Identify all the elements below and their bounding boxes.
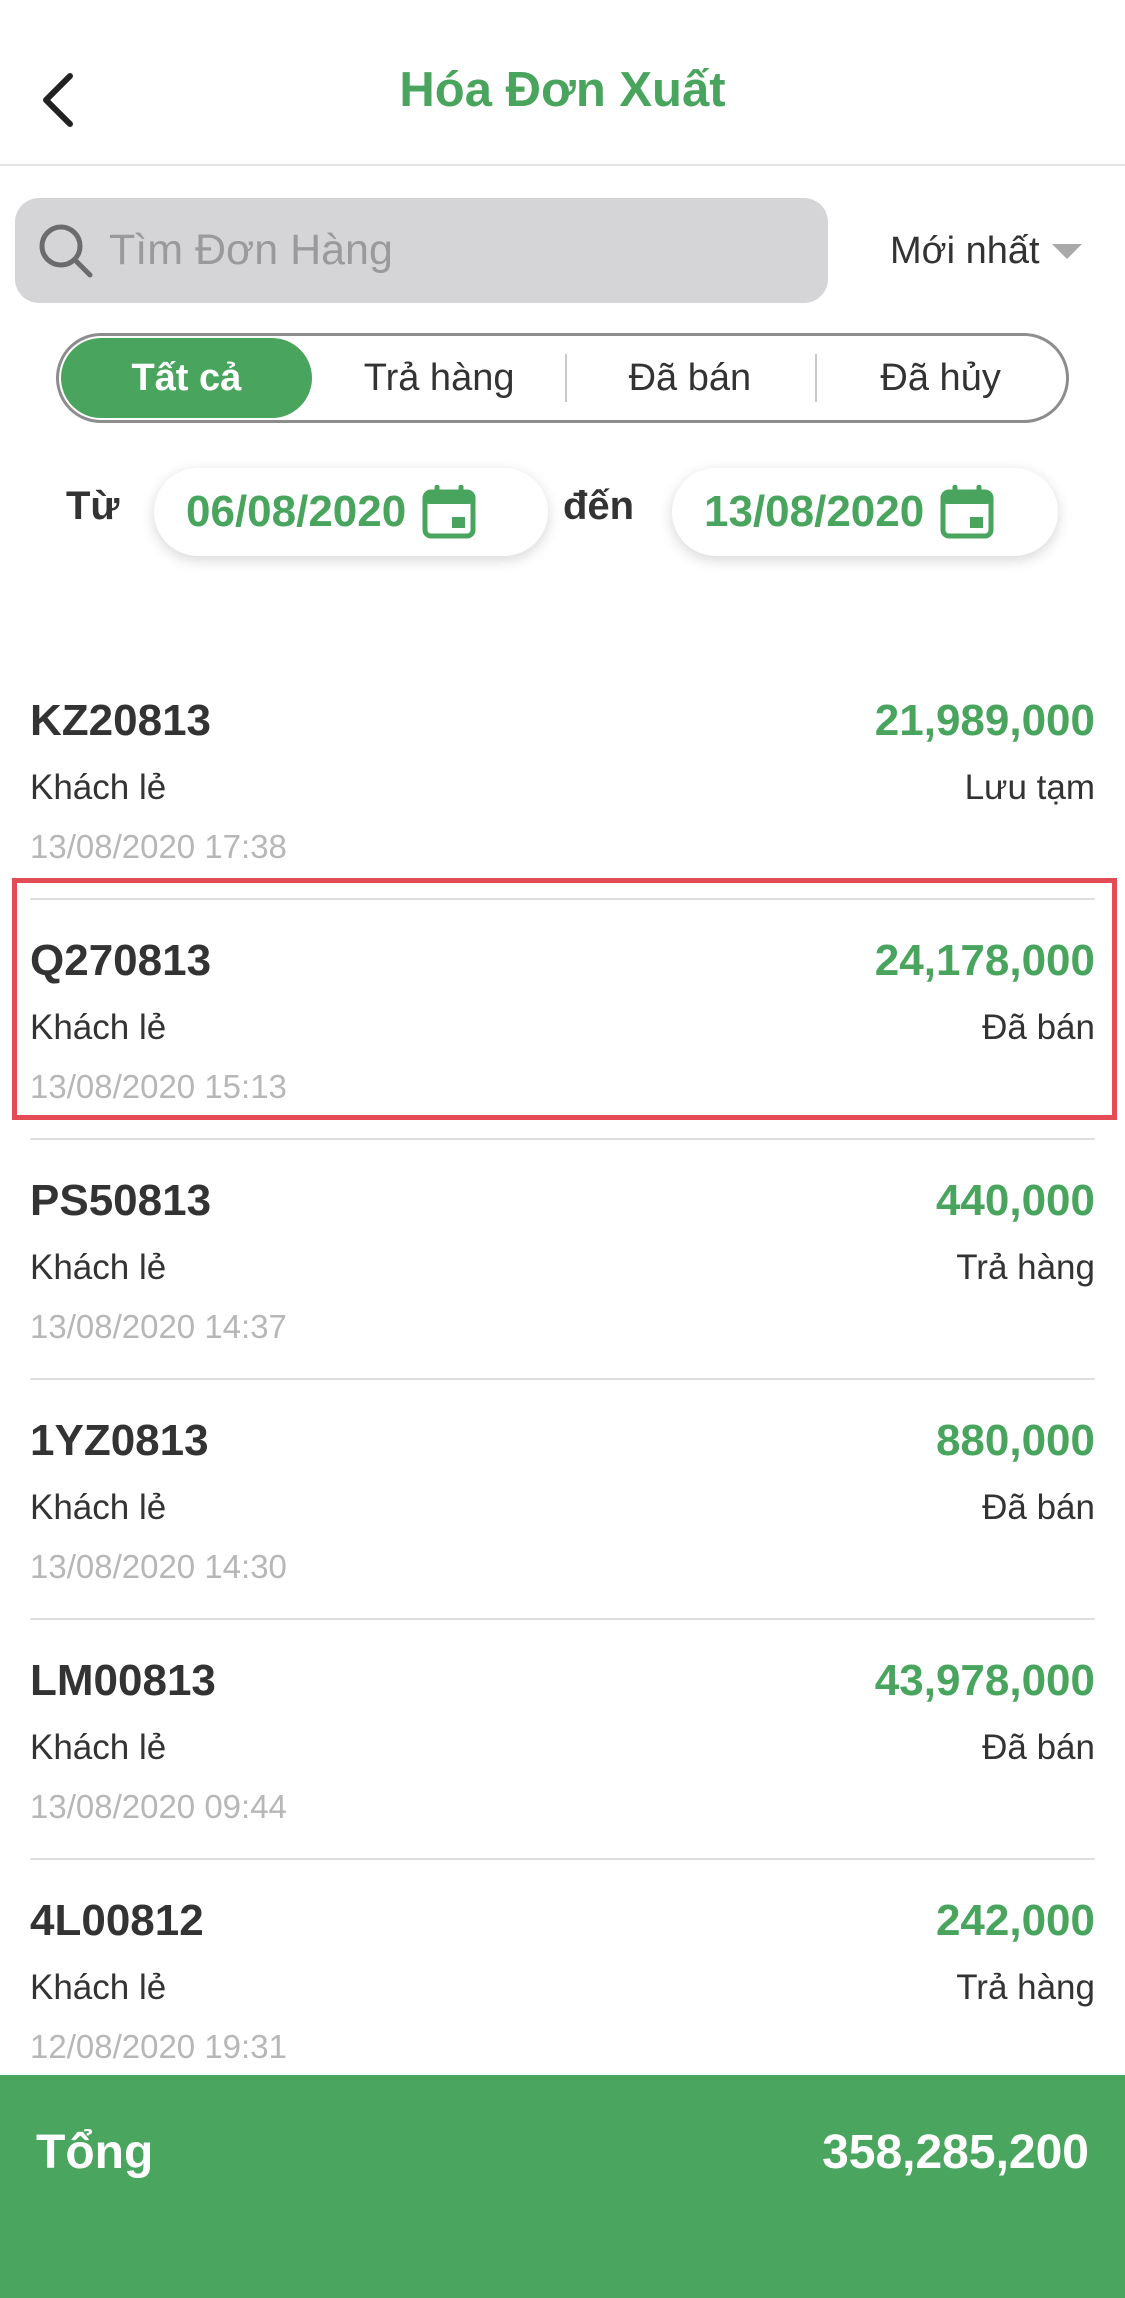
order-amount: 242,000: [935, 1896, 1095, 1945]
caret-down-icon: [1051, 243, 1082, 259]
order-code: 4L00812: [30, 1896, 204, 1945]
list-item[interactable]: KZ20813 21,989,000 Khách lẻ Lưu tạm 13/0…: [30, 660, 1095, 900]
search-icon: [39, 224, 93, 277]
search-box[interactable]: [15, 198, 828, 303]
order-customer: Khách lẻ: [30, 1248, 167, 1287]
order-amount: 21,989,000: [874, 696, 1095, 745]
order-status: Đã bán: [982, 1488, 1095, 1527]
order-customer: Khách lẻ: [30, 1968, 167, 2007]
total-label: Tổng: [36, 2126, 154, 2179]
order-amount: 440,000: [935, 1176, 1095, 1225]
search-input[interactable]: [109, 226, 789, 275]
order-code: PS50813: [30, 1176, 212, 1225]
order-amount: 24,178,000: [874, 936, 1095, 985]
order-status: Đã bán: [982, 1728, 1095, 1767]
order-status: Trả hàng: [956, 1968, 1095, 2007]
order-time: 13/08/2020 17:38: [30, 828, 287, 865]
sort-dropdown[interactable]: Mới nhất: [890, 218, 1082, 284]
order-amount: 880,000: [935, 1416, 1095, 1465]
calendar-icon: [422, 485, 476, 539]
order-customer: Khách lẻ: [30, 1488, 167, 1527]
order-status: Trả hàng: [956, 1248, 1095, 1287]
list-item[interactable]: PS50813 440,000 Khách lẻ Trả hàng 13/08/…: [30, 1140, 1095, 1380]
tab-returns[interactable]: Trả hàng: [314, 336, 565, 420]
status-tabs: Tất cả Trả hàng Đã bán Đã hủy: [56, 333, 1069, 423]
order-status: Lưu tạm: [964, 768, 1095, 807]
order-code: 1YZ0813: [30, 1416, 209, 1465]
order-code: Q270813: [30, 936, 212, 985]
order-time: 12/08/2020 19:31: [30, 2028, 287, 2065]
order-list: KZ20813 21,989,000 Khách lẻ Lưu tạm 13/0…: [0, 660, 1125, 2100]
tab-all[interactable]: Tất cả: [61, 338, 312, 418]
from-date-value: 06/08/2020: [186, 487, 407, 536]
total-bar: Tổng 358,285,200: [0, 2075, 1125, 2298]
date-filter: Từ 06/08/2020 đến 13/08/2020: [0, 468, 1125, 556]
page-title: Hóa Đơn Xuất: [399, 63, 726, 117]
order-code: LM00813: [30, 1656, 216, 1705]
to-label: đến: [563, 484, 635, 528]
order-time: 13/08/2020 14:30: [30, 1548, 287, 1585]
list-item[interactable]: LM00813 43,978,000 Khách lẻ Đã bán 13/08…: [30, 1620, 1095, 1860]
order-status: Đã bán: [982, 1008, 1095, 1047]
order-amount: 43,978,000: [874, 1656, 1095, 1705]
from-label: Từ: [66, 484, 120, 528]
order-customer: Khách lẻ: [30, 768, 167, 807]
calendar-icon: [940, 485, 994, 539]
from-date-picker[interactable]: 06/08/2020: [154, 468, 548, 556]
total-value: 358,285,200: [822, 2126, 1089, 2179]
list-item[interactable]: Q270813 24,178,000 Khách lẻ Đã bán 13/08…: [30, 900, 1095, 1140]
to-date-value: 13/08/2020: [704, 487, 925, 536]
order-time: 13/08/2020 14:37: [30, 1308, 287, 1345]
list-item[interactable]: 4L00812 242,000 Khách lẻ Trả hàng 12/08/…: [30, 1860, 1095, 2100]
sort-label: Mới nhất: [890, 229, 1040, 272]
order-code: KZ20813: [30, 696, 212, 745]
to-date-picker[interactable]: 13/08/2020: [672, 468, 1058, 556]
tab-sold[interactable]: Đã bán: [564, 336, 816, 420]
order-time: 13/08/2020 09:44: [30, 1788, 287, 1825]
list-item[interactable]: 1YZ0813 880,000 Khách lẻ Đã bán 13/08/20…: [30, 1380, 1095, 1620]
tab-cancelled[interactable]: Đã hủy: [815, 336, 1066, 420]
order-customer: Khách lẻ: [30, 1728, 167, 1767]
order-customer: Khách lẻ: [30, 1008, 167, 1047]
app-header: Hóa Đơn Xuất: [0, 0, 1125, 166]
order-time: 13/08/2020 15:13: [30, 1068, 287, 1105]
